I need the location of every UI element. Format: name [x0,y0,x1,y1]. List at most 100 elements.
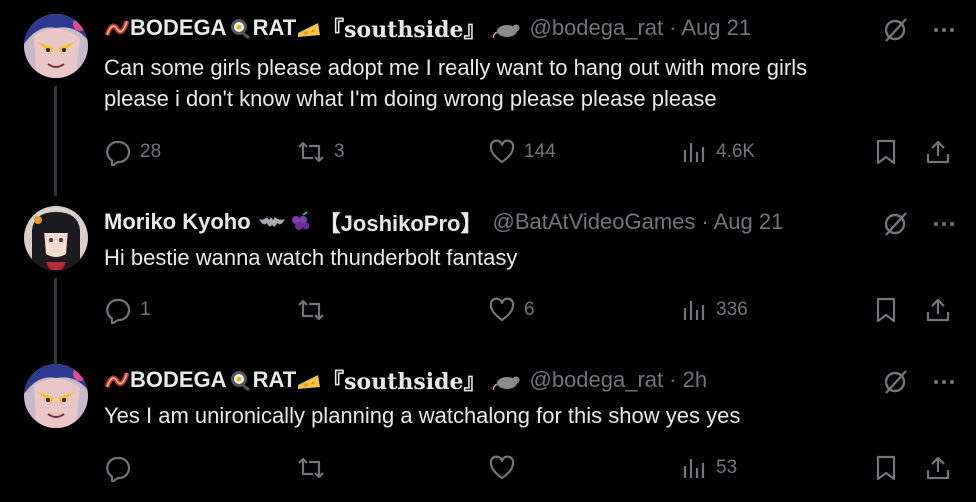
share-button[interactable] [924,138,952,166]
avatar[interactable] [24,14,88,78]
repost-icon [298,299,324,321]
tweet-top-icons [882,368,956,396]
heart-icon [489,297,515,322]
timestamp[interactable]: · 2h [669,367,707,393]
more-icon[interactable] [932,18,956,42]
bookmark-icon [876,297,896,323]
reply-icon [106,140,131,166]
display-name-part-2: RAT [252,15,297,40]
reply-count: 28 [140,141,162,162]
display-name[interactable]: BODEGA RAT 『southside』 [104,364,486,396]
like-button[interactable]: 144 [488,138,556,166]
display-name-part-3: 【JoshikoPro】 [318,211,483,236]
display-name[interactable]: BODEGA RAT 『southside』 [104,12,486,44]
timestamp[interactable]: · Aug 21 [669,15,751,41]
views-icon [683,301,705,320]
bookmark-button[interactable] [874,454,898,482]
rat-emoji-icon [492,24,519,38]
bat-emoji-icon [258,217,285,227]
tweet-text: Hi bestie wanna watch thunderbolt fantas… [104,242,517,273]
tweet-3[interactable]: BODEGA RAT 『southside』 @bodega_rat · 2h … [0,352,976,502]
heart-icon [489,139,515,164]
repost-icon [298,457,324,479]
display-name-part-2: RAT [252,367,297,392]
tweet-text-line: Can some girls please adopt me I really … [104,55,808,80]
views-count: 53 [716,457,738,478]
tweet-text: Yes I am unironically planning a watchal… [104,400,740,431]
repost-button[interactable]: 3 [296,138,345,166]
bookmark-icon [876,139,896,165]
fried-egg-emoji-icon [230,371,250,391]
share-button[interactable] [924,454,952,482]
share-icon [926,456,950,480]
timestamp[interactable]: · Aug 21 [701,209,783,235]
share-icon [926,298,950,322]
reply-icon [106,298,131,324]
repost-button[interactable] [296,454,334,482]
heart-icon [489,455,515,480]
display-name-part-3: 『southside』 [322,369,486,395]
views-count: 336 [716,299,748,320]
repost-count: 3 [334,141,345,162]
like-count: 144 [524,141,556,162]
handle[interactable]: @bodega_rat [530,367,664,393]
repost-icon [298,141,324,163]
display-name[interactable]: Moriko Kyoho 【JoshikoPro】 [104,206,482,238]
grok-icon[interactable] [882,368,910,396]
display-name-part-3: 『southside』 [322,17,486,43]
rat-emoji-icon [492,376,519,390]
display-name-part-1: Moriko Kyoho [104,209,251,234]
tweet-text-line: please i don't know what I'm doing wrong… [104,86,717,111]
bookmark-button[interactable] [874,296,898,324]
tweet-top-icons [882,210,956,238]
like-count: 6 [524,299,535,320]
avatar[interactable] [24,364,88,428]
grok-icon[interactable] [882,210,910,238]
tweet-actions: 1 6 336 [104,296,956,324]
views-button[interactable]: 53 [680,454,737,482]
like-button[interactable]: 6 [488,296,535,324]
tweet-top-icons [882,16,956,44]
share-icon [926,140,950,164]
display-name-part-1: BODEGA [130,15,227,40]
reply-button[interactable]: 1 [104,296,151,324]
views-count: 4.6K [716,141,756,162]
tweet-actions: 53 [104,454,956,482]
grok-icon[interactable] [882,16,910,44]
share-button[interactable] [924,296,952,324]
more-icon[interactable] [932,212,956,236]
reply-icon [106,456,131,482]
reply-button[interactable] [104,454,140,482]
grapes-emoji-icon [291,211,310,230]
tweet-text-line: Hi bestie wanna watch thunderbolt fantas… [104,245,518,270]
tweet-header: BODEGA RAT 『southside』 @bodega_rat · 2h [104,364,707,396]
cheese-emoji-icon [298,23,321,37]
repost-button[interactable] [296,296,334,324]
views-button[interactable]: 4.6K [680,138,755,166]
bookmark-icon [876,455,896,481]
bacon-emoji-icon [104,20,130,36]
views-icon [683,459,705,478]
handle[interactable]: @bodega_rat [530,15,664,41]
thread-line [54,86,57,196]
views-button[interactable]: 336 [680,296,748,324]
bacon-emoji-icon [104,372,130,388]
like-button[interactable] [488,454,524,482]
fried-egg-emoji-icon [230,19,250,39]
tweet-header: Moriko Kyoho 【JoshikoPro】 @BatAtVideoGam… [104,208,783,236]
tweet-header: BODEGA RAT 『southside』 @bodega_rat · Aug… [104,12,751,44]
reply-button[interactable]: 28 [104,138,161,166]
display-name-part-1: BODEGA [130,367,227,392]
tweet-actions: 28 3 144 4.6K [104,138,956,166]
views-icon [683,143,705,162]
cheese-emoji-icon [298,375,321,389]
tweet-2[interactable]: Moriko Kyoho 【JoshikoPro】 @BatAtVideoGam… [0,196,976,366]
tweet-1[interactable]: BODEGA RAT 『southside』 @bodega_rat · Aug… [0,0,976,196]
handle[interactable]: @BatAtVideoGames [492,209,695,235]
bookmark-button[interactable] [874,138,898,166]
tweet-text: Can some girls please adopt me I really … [104,52,807,114]
avatar[interactable] [24,206,88,270]
reply-count: 1 [140,299,151,320]
more-icon[interactable] [932,370,956,394]
tweet-text-line: Yes I am unironically planning a watchal… [104,403,741,428]
